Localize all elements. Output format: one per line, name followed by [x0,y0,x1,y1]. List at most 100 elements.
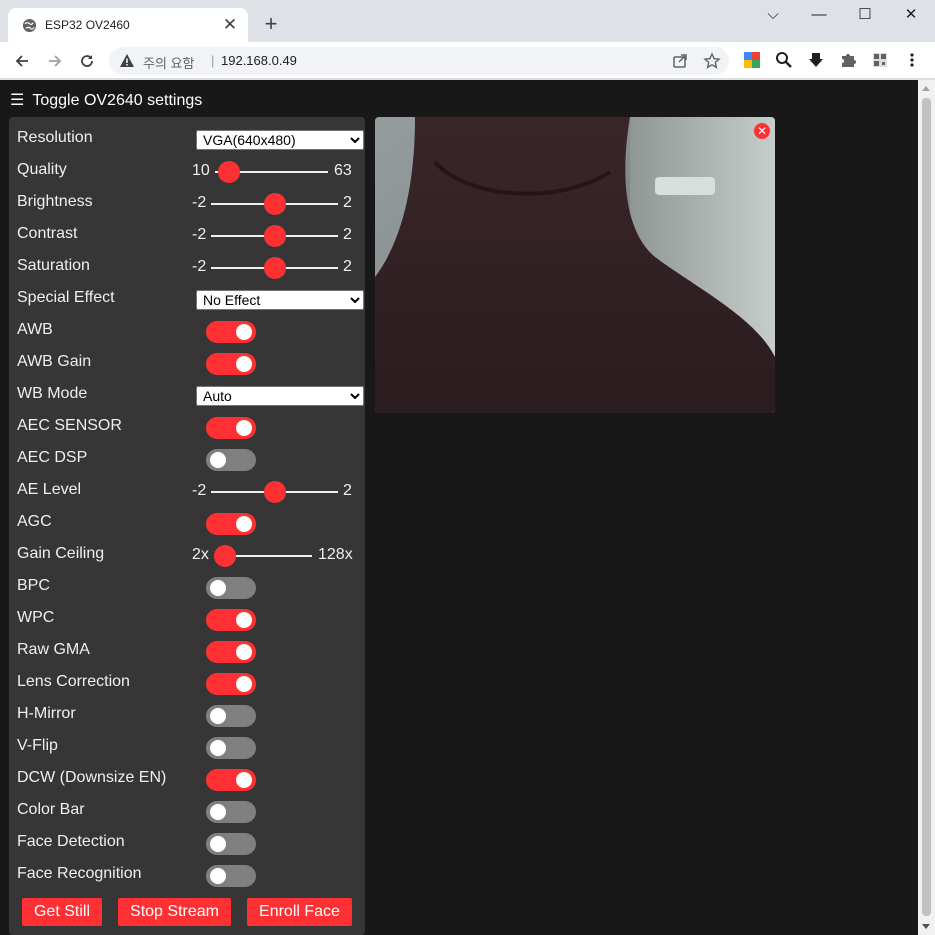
resolution-row: Resolution VGA(640x480) [17,124,364,156]
bpc-label: BPC [17,577,50,594]
download-arrow-icon[interactable] [807,51,825,69]
saturation-slider[interactable] [211,257,338,279]
browser-titlebar: ESP32 OV2460 ✕ + ⌵ — ☐ ✕ [0,0,935,42]
reload-icon[interactable] [74,48,100,74]
get-still-button[interactable]: Get Still [22,898,102,926]
quality-max: 63 [334,162,352,179]
gain-ceiling-label: Gain Ceiling [17,545,105,562]
puzzle-icon[interactable] [839,51,857,69]
bpc-row: BPC [17,572,357,604]
menu-kebab-icon[interactable] [903,51,921,69]
face-recognition-toggle[interactable] [206,865,256,887]
page-scrollbar[interactable] [918,80,935,935]
contrast-slider[interactable] [211,225,338,247]
lens-correction-label: Lens Correction [17,673,130,690]
resolution-label: Resolution [17,129,93,146]
resolution-select[interactable]: VGA(640x480) [196,130,364,150]
settings-panel: Resolution VGA(640x480) Quality 10 63 Br… [9,117,365,935]
quality-slider[interactable] [215,161,328,183]
address-bar[interactable]: 주의 요함 | 192.168.0.49 [109,47,729,75]
gain-ceiling-slider-thumb[interactable] [214,545,236,567]
h-mirror-toggle[interactable] [206,705,256,727]
new-tab-button[interactable]: + [259,13,283,37]
warning-icon[interactable] [119,53,135,69]
saturation-min: -2 [192,258,207,275]
ae-level-min: -2 [192,482,207,499]
dcw-label: DCW (Downsize EN) [17,769,167,786]
scroll-down-arrow-icon[interactable] [922,924,930,929]
security-label[interactable]: 주의 요함 [143,53,194,72]
gain-ceiling-slider[interactable] [214,545,312,567]
raw-gma-row: Raw GMA [17,636,357,668]
face-detection-row: Face Detection [17,828,357,860]
forward-icon[interactable] [42,48,68,74]
lens-correction-row: Lens Correction [17,668,357,700]
toggle-knob [236,676,252,692]
brightness-slider[interactable] [211,193,338,215]
qr-code-icon[interactable] [871,51,889,69]
saturation-slider-thumb[interactable] [264,257,286,279]
contrast-row: Contrast -2 2 [17,220,357,252]
camera-stream [375,117,775,413]
awb-row: AWB [17,316,357,348]
close-stream-icon[interactable]: ✕ [754,123,770,139]
face-recognition-row: Face Recognition [17,860,357,892]
special-effect-select[interactable]: No Effect [196,290,364,310]
magnifier-icon[interactable] [775,51,793,69]
settings-toggle-label[interactable]: Toggle OV2640 settings [32,92,202,109]
back-icon[interactable] [9,48,35,74]
browser-tab[interactable]: ESP32 OV2460 ✕ [8,8,248,42]
contrast-slider-thumb[interactable] [264,225,286,247]
ae-level-max: 2 [343,482,352,499]
enroll-face-button[interactable]: Enroll Face [247,898,352,926]
quality-row: Quality 10 63 [17,156,357,188]
aec-dsp-label: AEC DSP [17,449,88,466]
aec-sensor-label: AEC SENSOR [17,417,122,434]
window-close-button[interactable]: ✕ [888,4,934,26]
stream-image [375,117,775,413]
face-detection-toggle[interactable] [206,833,256,855]
brightness-slider-thumb[interactable] [264,193,286,215]
brightness-max: 2 [343,194,352,211]
settings-toggle[interactable]: ☰ Toggle OV2640 settings [10,90,202,110]
star-icon[interactable] [703,52,721,70]
tab-title: ESP32 OV2460 [45,18,130,32]
contrast-label: Contrast [17,225,78,242]
lens-correction-toggle[interactable] [206,673,256,695]
dcw-toggle[interactable] [206,769,256,791]
aec-dsp-toggle[interactable] [206,449,256,471]
awb-gain-toggle[interactable] [206,353,256,375]
tab-close-icon[interactable]: ✕ [220,15,240,35]
toggle-knob [236,420,252,436]
aec-sensor-toggle[interactable] [206,417,256,439]
brightness-min: -2 [192,194,207,211]
bpc-toggle[interactable] [206,577,256,599]
stop-stream-button[interactable]: Stop Stream [118,898,231,926]
toggle-knob [210,452,226,468]
v-flip-toggle[interactable] [206,737,256,759]
awb-toggle[interactable] [206,321,256,343]
toggle-knob [236,324,252,340]
window-minimize-button[interactable]: — [796,4,842,26]
url-text[interactable]: 192.168.0.49 [221,53,297,68]
scroll-up-arrow-icon[interactable] [922,86,930,91]
gain-ceiling-max: 128x [318,546,353,563]
window-maximize-button[interactable]: ☐ [842,4,888,26]
contrast-min: -2 [192,226,207,243]
toggle-knob [210,580,226,596]
quality-slider-thumb[interactable] [218,161,240,183]
ae-level-slider[interactable] [211,481,338,503]
color-bar-toggle[interactable] [206,801,256,823]
ae-level-slider-thumb[interactable] [264,481,286,503]
share-icon[interactable] [671,52,689,70]
face-detection-label: Face Detection [17,833,125,850]
scrollbar-thumb[interactable] [922,98,931,916]
extension-colorful-icon[interactable] [743,51,761,69]
h-mirror-row: H-Mirror [17,700,357,732]
raw-gma-toggle[interactable] [206,641,256,663]
agc-toggle[interactable] [206,513,256,535]
hamburger-icon[interactable]: ☰ [10,92,24,109]
wb-mode-select[interactable]: Auto [196,386,364,406]
wpc-toggle[interactable] [206,609,256,631]
tab-search-icon[interactable]: ⌵ [750,4,796,26]
